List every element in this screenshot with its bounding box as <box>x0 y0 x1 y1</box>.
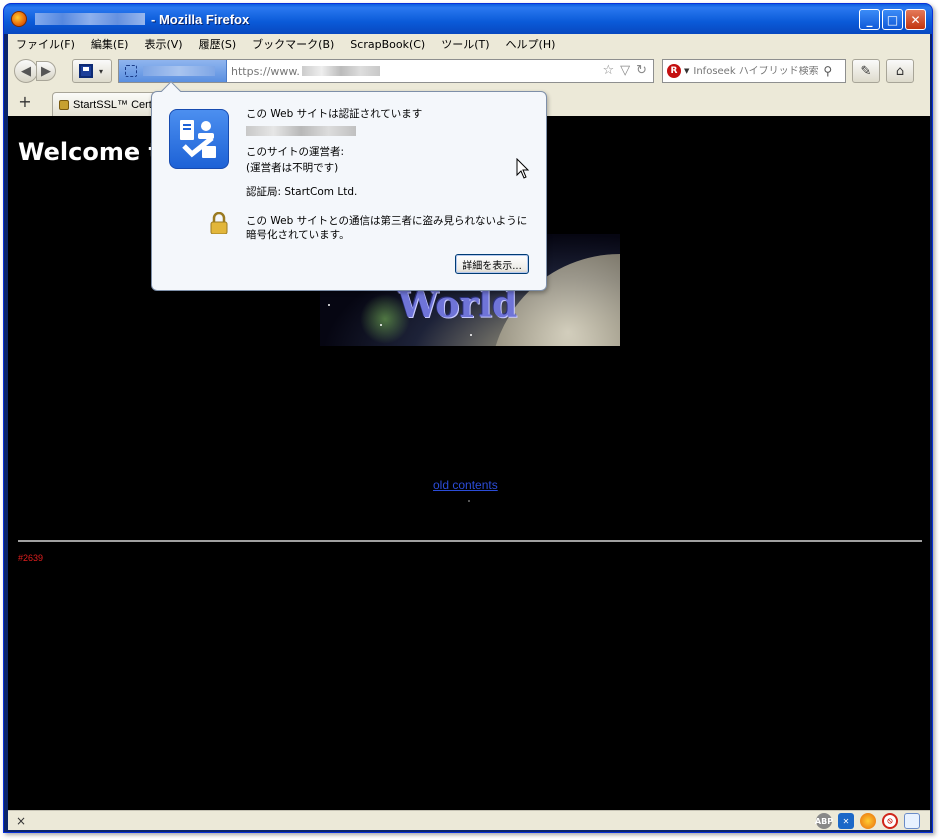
menu-file[interactable]: ファイル(F) <box>8 34 83 56</box>
menu-scrapbook[interactable]: ScrapBook(C) <box>342 34 433 56</box>
encryption-note: この Web サイトとの通信は第三者に盗み見られないように暗号化されています。 <box>246 215 528 241</box>
navigation-toolbar: ◀ ▶ ▾ https://www. ☆ ▽ ↻ R ▼ Infoseek ハイ… <box>8 56 930 86</box>
star <box>328 304 330 306</box>
search-bar[interactable]: R ▼ ⚲ <box>662 59 846 83</box>
highlighter-button[interactable]: ✎ <box>852 59 880 83</box>
search-input[interactable] <box>693 65 822 77</box>
menu-edit[interactable]: 編集(E) <box>83 34 137 56</box>
back-arrow-icon: ◀ <box>21 63 31 79</box>
close-status-icon[interactable]: × <box>16 814 26 828</box>
floppy-disk-icon <box>79 64 93 78</box>
padlock-icon <box>210 212 228 234</box>
identity-popup: この Web サイトは認証されています このサイトの運営者: (運営者は不明です… <box>151 81 547 291</box>
horizontal-rule <box>18 540 922 542</box>
window-title: - Mozilla Firefox <box>151 11 250 27</box>
highlighter-icon: ✎ <box>860 63 872 79</box>
verifier-text: 認証局: StartCom Ltd. <box>246 186 358 198</box>
more-information-button[interactable]: 詳細を表示... <box>455 254 529 274</box>
url-bar[interactable]: https://www. ☆ ▽ ↻ <box>118 59 654 83</box>
maximize-button[interactable]: □ <box>882 9 903 30</box>
title-redacted <box>35 13 145 25</box>
url-text[interactable]: https://www. <box>231 65 300 78</box>
forward-arrow-icon: ▶ <box>41 63 51 79</box>
tab-label: StartSSL™ Cert <box>73 98 152 111</box>
grid-icon[interactable]: ✕ <box>838 813 854 829</box>
forward-button[interactable]: ▶ <box>36 61 56 81</box>
firefox-icon <box>11 11 27 27</box>
status-icons: ABP ✕ ⦸ <box>815 813 920 829</box>
close-button[interactable]: ✕ <box>905 9 926 30</box>
magnifier-icon[interactable]: ⚲ <box>823 64 832 78</box>
verified-identity-icon <box>169 109 229 169</box>
site-favicon-icon <box>125 65 137 77</box>
star <box>380 324 382 326</box>
menu-help[interactable]: ヘルプ(H) <box>498 34 564 56</box>
owner-label: このサイトの運営者: <box>246 146 345 158</box>
menu-view[interactable]: 表示(V) <box>136 34 190 56</box>
block-icon[interactable]: ⦸ <box>882 813 898 829</box>
verified-domain-redacted <box>246 126 356 136</box>
home-icon: ⌂ <box>895 63 905 79</box>
bookmark-star-icon[interactable]: ☆ <box>602 63 614 78</box>
adblock-icon[interactable]: ABP <box>815 813 833 829</box>
engine-dropdown-icon[interactable]: ▼ <box>684 67 689 75</box>
site-identity-button[interactable] <box>119 60 227 82</box>
old-contents-link[interactable]: old contents <box>433 478 498 492</box>
page-icon[interactable] <box>904 813 920 829</box>
menu-bookmarks[interactable]: ブックマーク(B) <box>244 34 342 56</box>
visit-counter: #2639 <box>18 553 44 563</box>
url-redacted <box>301 66 380 76</box>
status-bar: × ABP ✕ ⦸ <box>8 810 930 830</box>
menu-tools[interactable]: ツール(T) <box>433 34 497 56</box>
save-button[interactable]: ▾ <box>72 59 112 83</box>
menu-history[interactable]: 履歴(S) <box>191 34 245 56</box>
minimize-button[interactable]: _ <box>859 9 880 30</box>
owner-value: (運営者は不明です) <box>246 162 339 174</box>
tab-lock-icon <box>59 99 69 110</box>
new-tab-button[interactable]: + <box>14 89 36 113</box>
search-engine-icon[interactable]: R <box>667 64 681 78</box>
window-controls: _ □ ✕ <box>859 9 926 30</box>
home-button[interactable]: ⌂ <box>886 59 914 83</box>
reload-icon[interactable]: ↻ <box>636 63 647 78</box>
dropdown-arrow-icon[interactable]: ▾ <box>99 67 103 76</box>
mouse-cursor-icon <box>516 158 530 179</box>
small-dot <box>468 500 470 502</box>
url-bar-actions: ☆ ▽ ↻ <box>602 63 647 78</box>
menu-bar: ファイル(F) 編集(E) 表示(V) 履歴(S) ブックマーク(B) Scra… <box>8 34 930 56</box>
history-dropdown-icon[interactable]: ▽ <box>620 63 630 78</box>
title-bar[interactable]: - Mozilla Firefox _ □ ✕ <box>4 4 932 34</box>
star <box>470 334 472 336</box>
firefox-status-icon[interactable] <box>860 813 876 829</box>
verified-heading: この Web サイトは認証されています <box>246 108 423 120</box>
back-button[interactable]: ◀ <box>14 59 38 83</box>
identity-owner-redacted <box>143 66 215 76</box>
